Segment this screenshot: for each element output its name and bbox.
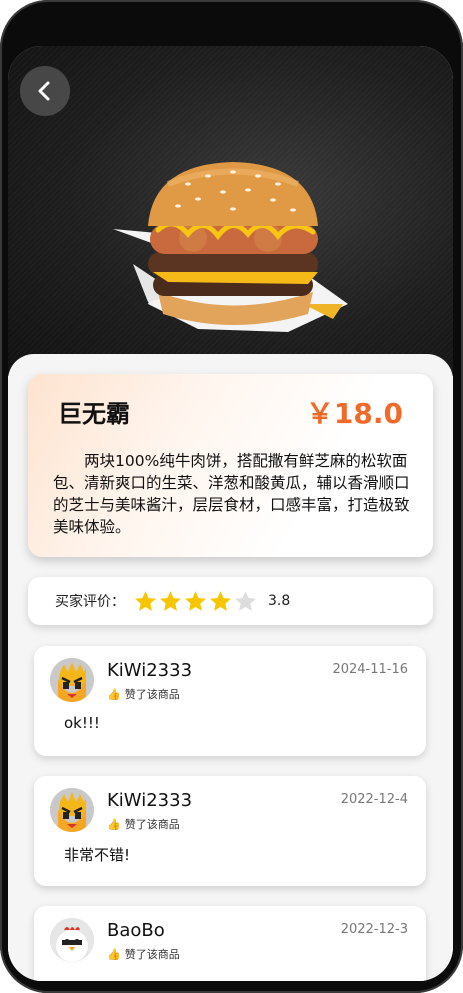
avatar[interactable] [50, 658, 94, 702]
review-date: 2022-12-4 [340, 792, 408, 807]
star-icon [185, 590, 206, 611]
review-like-text: 赞了该商品 [124, 688, 180, 701]
thumbs-up-icon: 👍 [107, 817, 121, 831]
product-name: 巨无霸 [58, 400, 130, 428]
avatar[interactable] [50, 788, 94, 832]
rating-value: 3.8 [268, 593, 291, 609]
review-card: KiWi2333 2022-12-4 👍 赞了该商品 非常不错! [34, 776, 426, 886]
app-screen: 巨无霸 ￥18.0 两块100%纯牛肉饼，搭配撒有鲜芝麻的松软面包、清新爽口的生… [8, 46, 453, 981]
product-price: ￥18.0 [305, 397, 403, 430]
review-like-note: 👍 赞了该商品 [107, 686, 180, 702]
product-hero-image [8, 46, 453, 376]
review-like-note: 👍 赞了该商品 [107, 816, 180, 832]
star-icon [160, 590, 181, 611]
review-card: KiWi2333 2024-11-16 👍 赞了该商品 ok!!! [34, 646, 426, 756]
review-username: BaoBo [107, 920, 165, 941]
star-rating [133, 589, 258, 614]
product-description: 两块100%纯牛肉饼，搭配撒有鲜芝麻的松软面包、清新爽口的生菜、洋葱和酸黄瓜，辅… [53, 452, 410, 536]
thumbs-up-icon: 👍 [107, 687, 121, 701]
review-date: 2024-11-16 [332, 662, 408, 677]
thumbs-up-icon: 👍 [107, 947, 121, 961]
review-card: BaoBo 2022-12-3 👍 赞了该商品 [34, 906, 426, 981]
fries-character-avatar-icon [50, 788, 94, 832]
star-icon [135, 590, 156, 611]
review-comment: ok!!! [64, 714, 100, 732]
review-like-text: 赞了该商品 [124, 948, 180, 961]
review-comment: 非常不错! [64, 846, 131, 864]
product-info-card: 巨无霸 ￥18.0 两块100%纯牛肉饼，搭配撒有鲜芝麻的松软面包、清新爽口的生… [28, 374, 433, 557]
phone-frame: 巨无霸 ￥18.0 两块100%纯牛肉饼，搭配撒有鲜芝麻的松软面包、清新爽口的生… [0, 0, 463, 993]
avatar[interactable] [50, 918, 94, 962]
rating-summary: 买家评价： 3.8 [28, 577, 433, 625]
fries-character-avatar-icon [50, 658, 94, 702]
chevron-left-icon [38, 81, 50, 101]
chicken-character-avatar-icon [50, 918, 94, 962]
star-icon [210, 590, 231, 611]
review-like-note: 👍 赞了该商品 [107, 946, 180, 962]
back-button[interactable] [20, 66, 70, 116]
review-like-text: 赞了该商品 [124, 818, 180, 831]
burger-illustration [113, 162, 348, 332]
review-username: KiWi2333 [107, 790, 193, 811]
review-username: KiWi2333 [107, 660, 193, 681]
star-icon [235, 590, 256, 611]
rating-label: 买家评价： [55, 594, 125, 610]
review-date: 2022-12-3 [340, 922, 408, 937]
